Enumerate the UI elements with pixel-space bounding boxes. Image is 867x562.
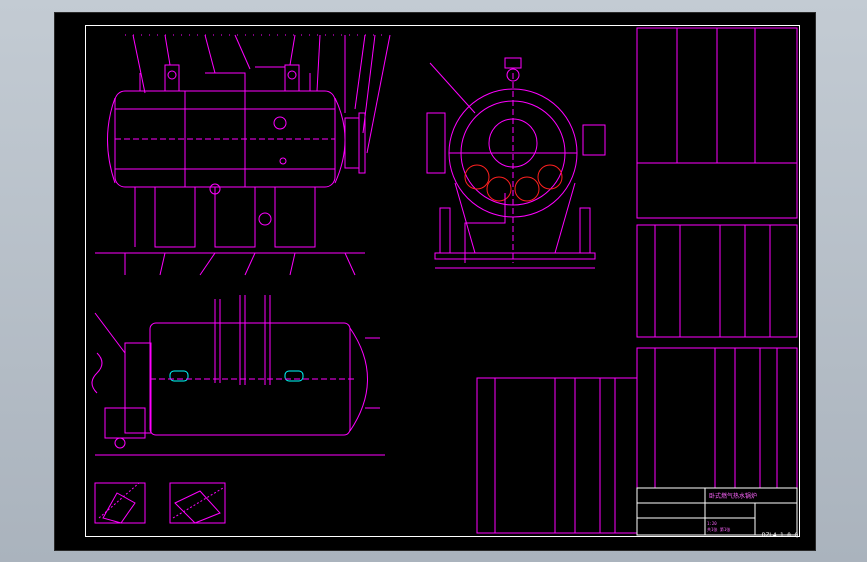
title-block-drawing-number: DZL4-1.0-Q <box>762 532 799 539</box>
detail-views <box>94 482 226 524</box>
side-elevation-view <box>91 295 385 456</box>
title-block-main-title: 卧式燃气热水锅炉 <box>709 493 758 500</box>
cad-drawing-canvas <box>91 27 798 536</box>
title-block-sheet: 共1张 第1张 <box>707 527 731 532</box>
cross-section-view <box>426 57 606 269</box>
nozzle-table <box>636 224 798 338</box>
tech-spec-table <box>636 27 798 219</box>
drawing-sheet[interactable]: 卧式燃气热水锅炉 DZL4-1.0-Q 1:20 共1张 第1张 <box>54 12 816 551</box>
front-elevation-view <box>95 34 391 276</box>
title-block-scale: 1:20 <box>707 521 717 526</box>
